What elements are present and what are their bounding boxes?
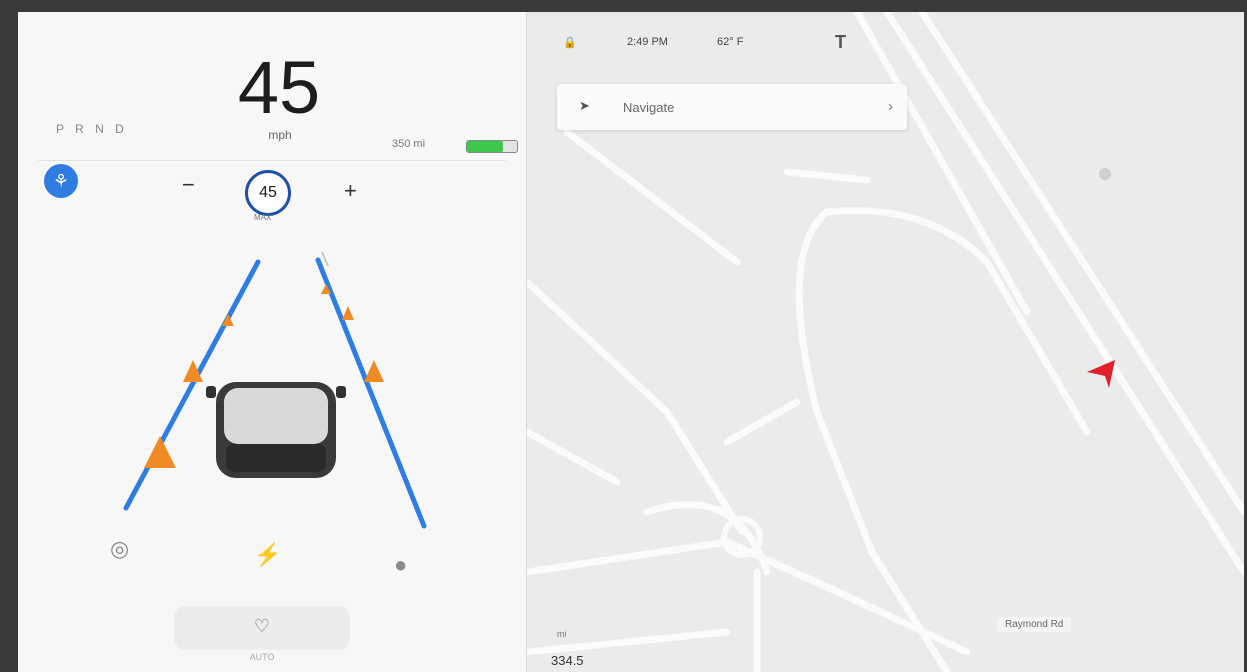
set-speed-sublabel: MAX (254, 213, 272, 222)
road-name-label: Raymond Rd (997, 617, 1072, 632)
wiper-icon: ♡ (253, 616, 271, 636)
status-time: 2:49 PM (627, 36, 668, 48)
range-readout: 350 mi (392, 138, 426, 150)
increase-set-speed-button[interactable]: + (344, 178, 357, 204)
traffic-cone-icon (342, 306, 354, 320)
wiper-button[interactable]: ♡ (174, 606, 350, 650)
lightning-icon[interactable]: ⚡ (254, 542, 281, 568)
current-speed: 45 (237, 46, 321, 129)
navigation-map[interactable]: 🔒 2:49 PM 62° F T ➤ Navigate › Raymond R… (527, 12, 1244, 672)
divider (38, 160, 506, 161)
driving-visualization-panel: P R N D 45 mph 350 mi ⚘ − 45 MAX + ◎ ⚡ ●… (18, 12, 527, 672)
status-temperature: 62° F (717, 36, 744, 48)
traffic-cone-icon (144, 436, 176, 468)
microphone-icon[interactable]: ● (394, 552, 407, 578)
gear-selector[interactable]: P R N D (56, 122, 128, 136)
traffic-cone-icon (222, 314, 234, 326)
brand-logo[interactable]: T (835, 32, 846, 53)
nav-arrow-icon: ➤ (579, 98, 590, 113)
right-lane-line-inner (321, 251, 329, 267)
steering-wheel-icon[interactable]: ⚘ (44, 164, 78, 198)
camera-icon[interactable]: ◎ (110, 536, 129, 562)
navigate-placeholder: Navigate (623, 100, 675, 115)
battery-level-fill (467, 141, 503, 152)
navigate-search-bar[interactable]: ➤ Navigate › (557, 84, 907, 130)
traffic-cone-icon (364, 360, 384, 382)
right-lane-line (315, 257, 427, 529)
ego-car-icon (206, 382, 346, 478)
odometer-value: 334.5 (551, 653, 584, 668)
wiper-mode-label: AUTO (249, 652, 275, 662)
chevron-right-icon: › (888, 98, 893, 115)
speed-unit: mph (268, 128, 292, 142)
odometer-unit: mi (557, 629, 567, 639)
car-display: P R N D 45 mph 350 mi ⚘ − 45 MAX + ◎ ⚡ ●… (18, 12, 1244, 672)
lock-icon[interactable]: 🔒 (563, 36, 577, 49)
map-poi-marker (1099, 168, 1111, 180)
set-speed-sign: 45 (245, 170, 291, 216)
battery-icon (466, 140, 518, 153)
lane-visualization (123, 251, 427, 529)
decrease-set-speed-button[interactable]: − (182, 172, 195, 198)
